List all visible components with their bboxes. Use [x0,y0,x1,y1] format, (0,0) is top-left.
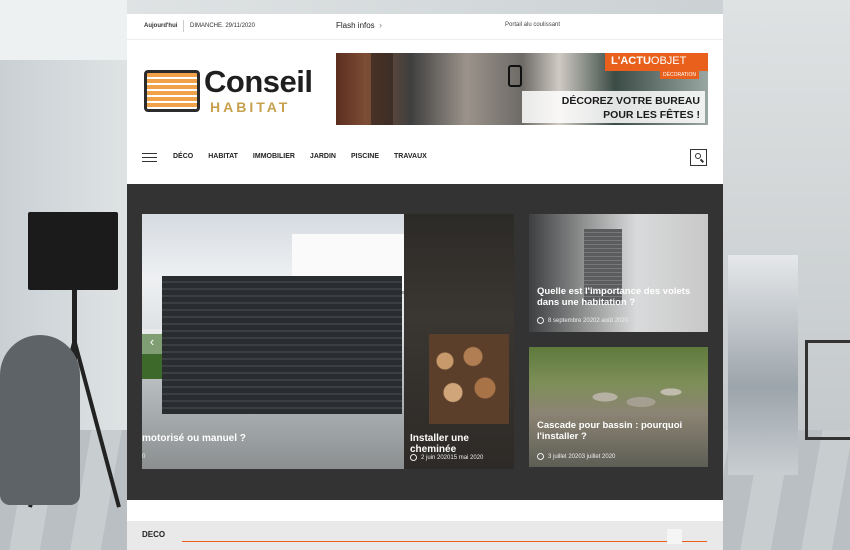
banner-brand-light: OBJET [650,55,687,67]
banner-tag: DÉCORATION [660,71,699,79]
site-page: Aujourd'hui DIMANCHE. 29/11/2020 Flash i… [127,14,723,550]
desk [805,340,850,440]
chevron-left-icon[interactable]: ‹ [142,329,162,354]
section-divider [182,541,707,542]
card-title[interactable]: Quelle est l'importance des volets dans … [537,286,702,308]
blinds-logo-icon [144,70,200,112]
card-date: 0 [142,454,145,460]
card-date: 3 juillet 20203 juillet 2020 [537,453,615,460]
clock-icon [410,454,417,461]
nav-item-deco[interactable]: DÉCO [173,153,193,160]
main-nav: DÉCO HABITAT IMMOBILIER JARDIN PISCINE T… [127,144,723,170]
card-date: 2 juin 202015 mai 2020 [410,454,483,461]
banner-brand-bold: L'ACTU [611,55,651,67]
flash-news-link[interactable]: Portail alu coulissant [505,22,560,28]
banner-brand: L'ACTUOBJET [605,53,708,71]
armchair [0,335,80,505]
clock-icon [537,453,544,460]
background-window [0,0,127,60]
logo-subtext: HABITAT [210,99,291,115]
nav-item-jardin[interactable]: JARDIN [310,153,336,160]
card-date: 8 septembre 20202 août 2020 [537,317,628,324]
banner-decoration [371,53,393,125]
card-date-text: 8 septembre 20202 août 2020 [548,317,629,324]
flash-infos-label: Flash infos [336,21,375,30]
card-date-text: 3 juillet 20203 juillet 2020 [548,453,616,460]
search-icon-handle [699,159,704,163]
featured-section: ‹ motorisé ou manuel ? 0 Installer une c… [127,184,723,500]
chevron-right-icon[interactable]: › [379,20,382,30]
nav-item-piscine[interactable]: PISCINE [351,153,379,160]
ad-banner[interactable]: L'ACTUOBJET DÉCORATION DÉCOREZ VOTRE BUR… [336,53,708,125]
clock-icon [537,317,544,324]
card-date-text: 0 [142,454,146,460]
gate-image [162,276,402,414]
divider [183,20,184,32]
current-date: DIMANCHE. 29/11/2020 [190,23,255,29]
firewood-image [429,334,509,424]
nav-items: DÉCO HABITAT IMMOBILIER JARDIN PISCINE T… [173,153,427,160]
featured-card-cascade[interactable]: Cascade pour bassin : pourquoi l'install… [529,347,708,467]
logo-text: Conseil [204,64,313,99]
floor-lamp-shade [28,212,118,290]
section-header-deco: DECO [127,521,723,550]
lantern-icon [508,65,522,87]
card-date-text: 2 juin 202015 mai 2020 [421,454,484,461]
section-title: DECO [142,530,166,539]
card-title[interactable]: Cascade pour bassin : pourquoi l'install… [537,420,702,442]
card-title[interactable]: Installer une cheminée [410,433,514,455]
nav-item-habitat[interactable]: HABITAT [208,153,238,160]
banner-headline-1: DÉCOREZ VOTRE BUREAU [561,95,700,107]
site-logo[interactable]: Conseil HABITAT [144,64,324,121]
card-title[interactable]: motorisé ou manuel ? [142,433,246,444]
top-bar: Aujourd'hui DIMANCHE. 29/11/2020 Flash i… [127,14,723,40]
today-label: Aujourd'hui [144,23,178,29]
section-nav-button[interactable] [667,529,682,544]
featured-card-volets[interactable]: Quelle est l'importance des volets dans … [529,214,708,332]
banner-headline-2: POUR LES FÊTES ! [603,109,700,121]
featured-card-fireplace[interactable]: Installer une cheminée 2 juin 202015 mai… [404,214,514,469]
wall-painting [728,255,798,475]
search-button[interactable] [690,149,707,166]
nav-item-immobilier[interactable]: IMMOBILIER [253,153,295,160]
featured-card-gate[interactable]: ‹ motorisé ou manuel ? 0 [142,214,405,469]
hamburger-menu-icon[interactable] [142,153,157,162]
nav-item-travaux[interactable]: TRAVAUX [394,153,427,160]
